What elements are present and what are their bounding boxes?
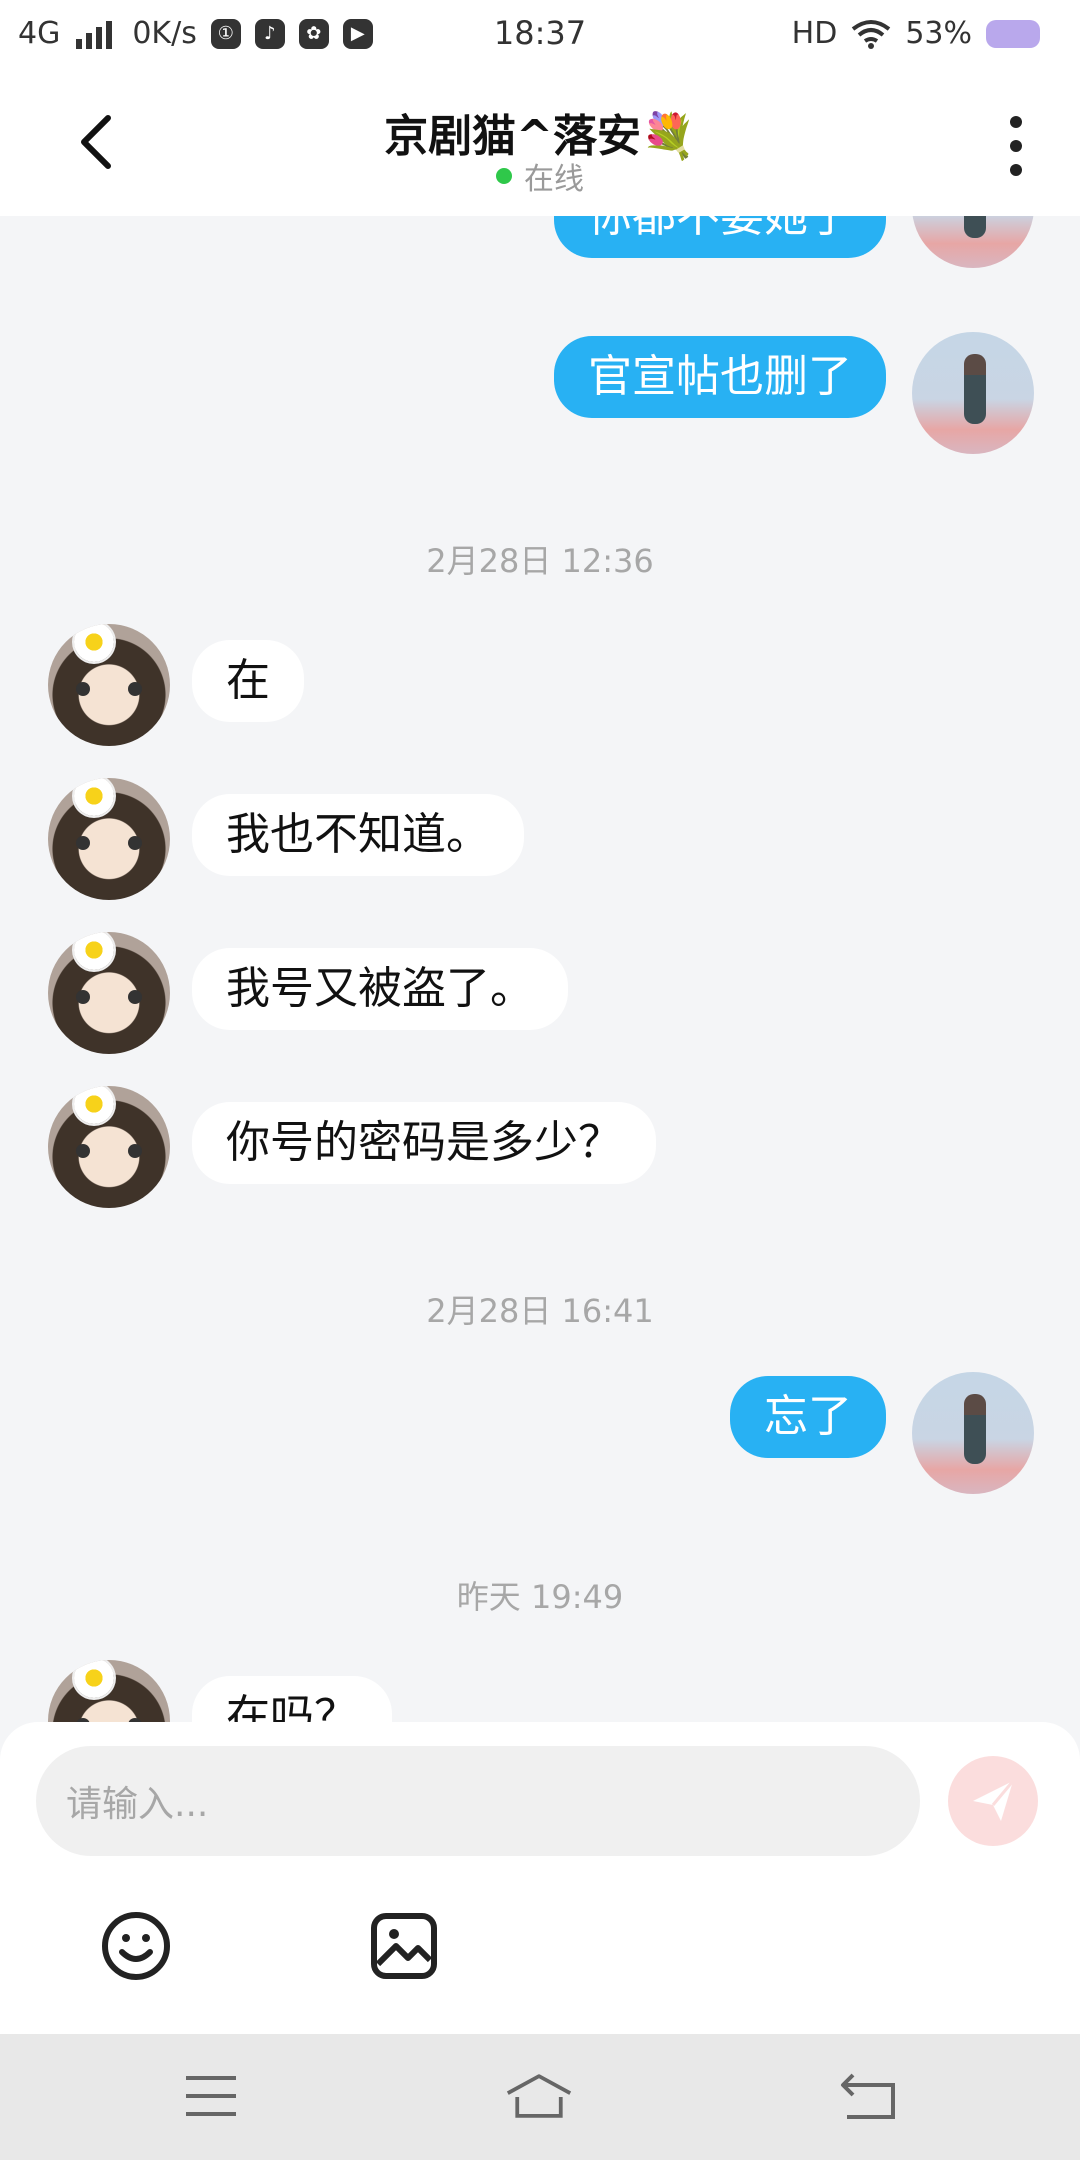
message-bubble[interactable]: 我号又被盗了。 bbox=[192, 948, 568, 1030]
system-nav-bar bbox=[0, 2034, 1080, 2160]
home-button[interactable] bbox=[504, 2064, 574, 2128]
message-bubble[interactable]: 忘了 bbox=[730, 1376, 886, 1458]
message-bubble[interactable]: 我也不知道。 bbox=[192, 794, 524, 876]
avatar[interactable] bbox=[48, 1086, 170, 1208]
composer: 请输入... bbox=[0, 1722, 1080, 2034]
more-options-button[interactable] bbox=[1008, 116, 1024, 176]
send-icon bbox=[973, 1780, 1015, 1821]
avatar[interactable] bbox=[48, 1660, 170, 1722]
more-vertical-icon bbox=[1010, 116, 1022, 128]
avatar[interactable] bbox=[912, 216, 1034, 268]
online-status: 在线 bbox=[0, 154, 1080, 198]
menu-icon bbox=[186, 2076, 236, 2116]
flower-icon bbox=[74, 1660, 114, 1698]
wifi-icon bbox=[852, 19, 891, 49]
avatar[interactable] bbox=[912, 1372, 1034, 1494]
flower-icon bbox=[74, 778, 114, 816]
flower-icon bbox=[74, 1086, 114, 1124]
online-dot-icon bbox=[496, 168, 512, 184]
send-button[interactable] bbox=[948, 1756, 1038, 1846]
return-icon bbox=[841, 2073, 895, 2119]
return-button[interactable] bbox=[834, 2064, 904, 2128]
avatar[interactable] bbox=[48, 778, 170, 900]
hd-label: HD bbox=[791, 16, 838, 51]
message-bubble[interactable]: 在吗？ bbox=[192, 1676, 392, 1722]
message-bubble[interactable]: 官宣帖也删了 bbox=[554, 336, 886, 418]
message-input[interactable]: 请输入... bbox=[36, 1746, 920, 1856]
message-bubble[interactable]: 你都不要她了 bbox=[554, 216, 886, 258]
message-bubble[interactable]: 你号的密码是多少？ bbox=[192, 1102, 656, 1184]
home-icon bbox=[506, 2074, 572, 2118]
emoji-button[interactable] bbox=[96, 1906, 176, 1986]
avatar[interactable] bbox=[912, 332, 1034, 454]
online-label: 在线 bbox=[524, 162, 584, 197]
battery-label: 53% bbox=[905, 16, 972, 51]
timestamp: 昨天 19:49 bbox=[456, 1578, 624, 1616]
image-icon bbox=[371, 1913, 437, 1979]
avatar[interactable] bbox=[48, 932, 170, 1054]
flower-icon bbox=[74, 932, 114, 970]
timestamp: 2月28日 12:36 bbox=[426, 542, 654, 580]
menu-button[interactable] bbox=[176, 2064, 246, 2128]
battery-icon bbox=[986, 19, 1040, 48]
status-right: HD 53% bbox=[792, 16, 1040, 51]
emoji-icon bbox=[102, 1912, 170, 1980]
flower-icon bbox=[74, 624, 114, 662]
timestamp: 2月28日 16:41 bbox=[426, 1292, 654, 1330]
avatar[interactable] bbox=[48, 624, 170, 746]
status-bar: 4G 0K/s ① ♪ ✿ ▶ 18:37 HD 53% bbox=[0, 0, 1080, 70]
image-button[interactable] bbox=[364, 1906, 444, 1986]
message-bubble[interactable]: 在 bbox=[192, 640, 304, 722]
chat-header: 京剧猫^落安💐 在线 bbox=[0, 70, 1080, 216]
message-list[interactable]: 你都不要她了 官宣帖也删了 2月28日 12:36 在 我也不知道。 我号又被盗… bbox=[0, 216, 1080, 1722]
